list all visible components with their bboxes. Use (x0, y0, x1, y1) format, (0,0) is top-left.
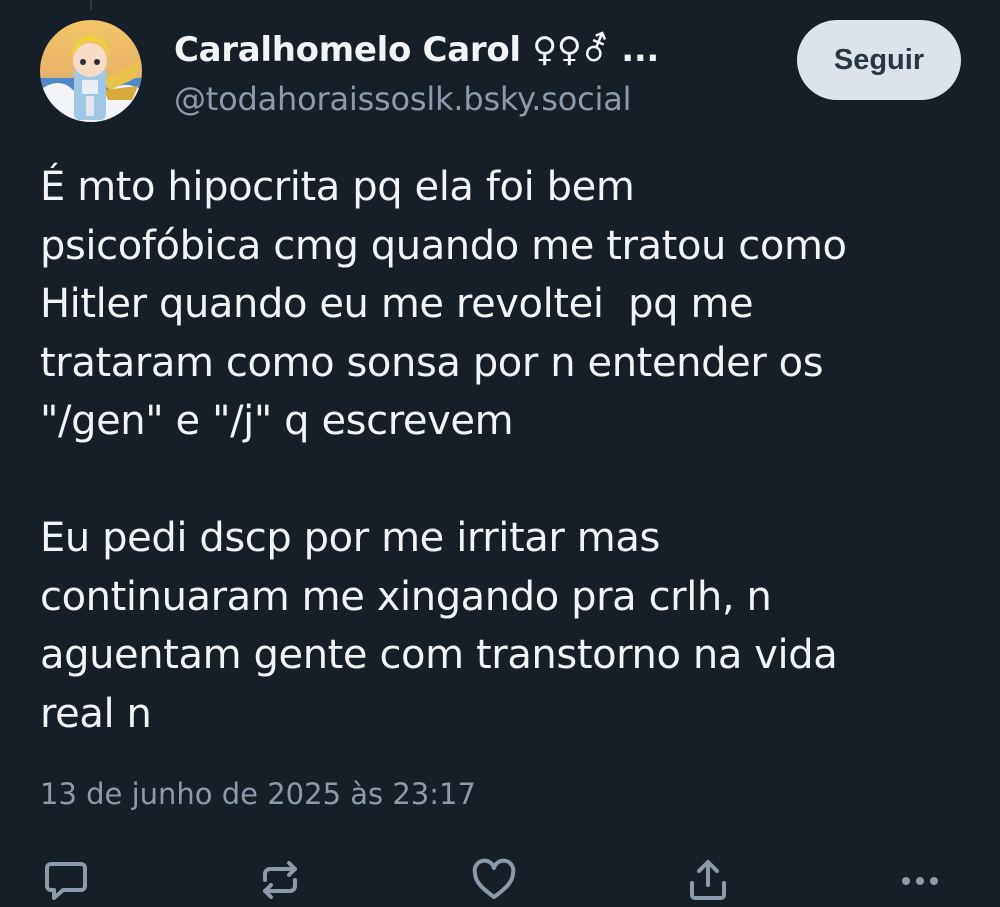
thread-line (90, 0, 92, 10)
comment-icon (45, 862, 87, 900)
more-options-icon (902, 877, 938, 885)
repost-icon (263, 861, 297, 899)
follow-button[interactable]: Seguir (797, 20, 961, 100)
more-options-button[interactable] (894, 854, 946, 906)
like-button[interactable] (468, 854, 520, 906)
reply-button[interactable] (40, 854, 92, 906)
author-display-name[interactable]: Caralhomelo Carol ♀♀⚦ ... (174, 30, 754, 70)
post-view: Caralhomelo Carol ♀♀⚦ ... @todahoraissos… (0, 0, 1000, 907)
share-icon (690, 860, 726, 900)
avatar-image (40, 20, 142, 122)
post-text: É mto hipocrita pq ela foi bem psicofóbi… (40, 164, 847, 737)
author-handle[interactable]: @todahoraissoslk.bsky.social (174, 80, 632, 118)
share-button[interactable] (682, 854, 734, 906)
post-timestamp[interactable]: 13 de junho de 2025 às 23:17 (40, 777, 476, 811)
heart-icon (472, 858, 516, 899)
post-actions-bar (0, 850, 1000, 907)
repost-button[interactable] (254, 854, 306, 906)
avatar[interactable] (40, 20, 142, 122)
